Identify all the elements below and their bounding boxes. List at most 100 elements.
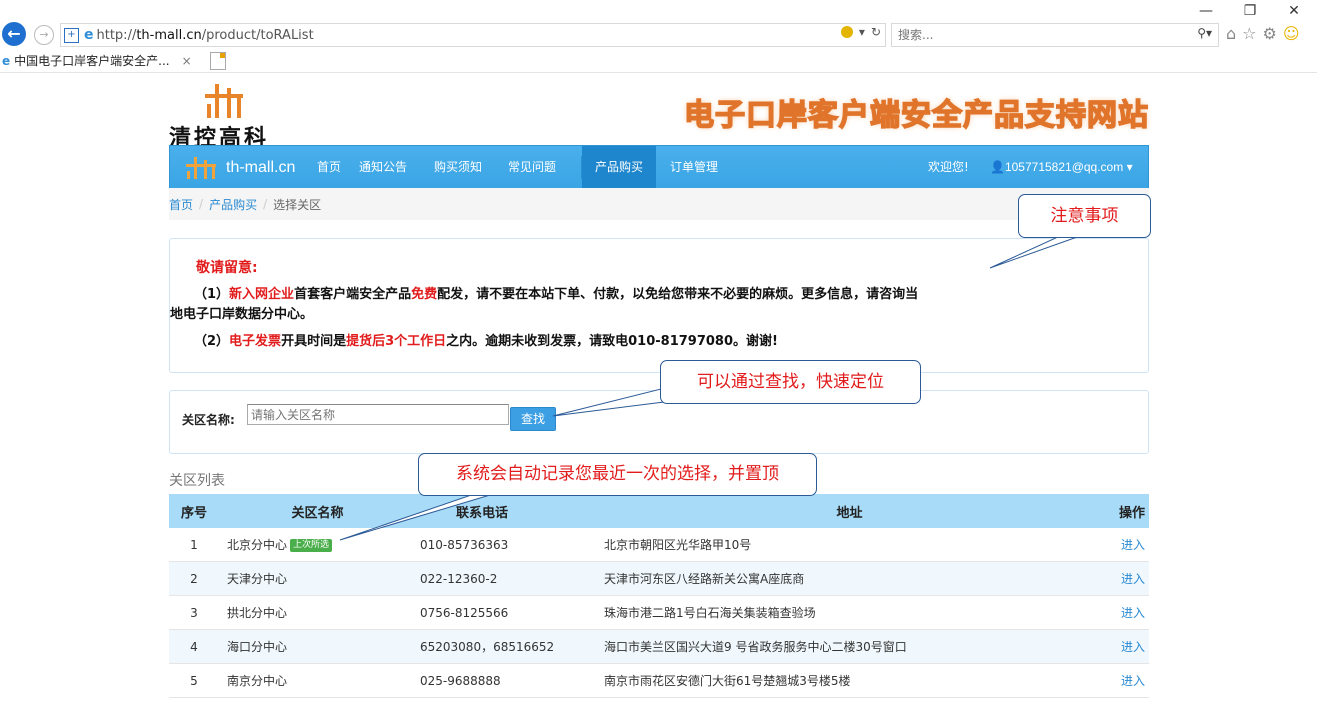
search-panel: 关区名称: 查找: [169, 390, 1149, 454]
col-phone: 联系电话: [416, 494, 603, 528]
tools-gear-icon[interactable]: ⚙: [1263, 24, 1277, 43]
brand-logo-icon: [186, 156, 216, 179]
enter-link[interactable]: 进入: [1121, 538, 1145, 552]
callout-notice: 注意事项: [1018, 194, 1151, 238]
nav-brand[interactable]: th-mall.cn: [184, 146, 295, 189]
row-phone: 022-12360-2: [416, 561, 603, 596]
favorites-star-icon[interactable]: ☆: [1242, 24, 1256, 43]
notice-panel: 敬请留意: （1）新入网企业首套客户端安全产品免费配发，请不要在本站下单、付款，…: [169, 238, 1149, 373]
address-dropdown-icon[interactable]: ▾: [859, 25, 865, 39]
tab-ie-icon: e: [2, 53, 11, 68]
row-name: 拱北分中心: [219, 595, 416, 630]
user-email: 1057715821@qq.com: [1004, 160, 1124, 174]
nav-item-orders[interactable]: 订单管理: [670, 146, 718, 189]
table-row: 1 北京分中心 上次所选 010-85736363 北京市朝阳区光华路甲10号 进…: [169, 528, 1149, 562]
col-name: 关区名称: [219, 494, 416, 528]
notice-line-1-cont: 地电子口岸数据分中心。: [170, 307, 314, 322]
callout-pinned: 系统会自动记录您最近一次的选择，并置顶: [418, 453, 817, 496]
notice-title: 敬请留意:: [196, 260, 258, 276]
col-address: 地址: [603, 494, 1096, 528]
row-no: 2: [169, 561, 219, 596]
breadcrumb-current: 选择关区: [273, 197, 322, 212]
table-row: 4 海口分中心 65203080，68516652 海口市美兰区国兴大道9 号省…: [169, 629, 1149, 664]
row-name: 海口分中心: [219, 629, 416, 664]
address-bar[interactable]: + e http://th-mall.cn/product/toRAList ▾…: [60, 23, 886, 47]
browser-toolbar: ⌂ ☆ ⚙ ☺: [1226, 24, 1300, 43]
search-button[interactable]: 查找: [510, 407, 556, 431]
row-address: 天津市河东区八经路新关公寓A座底商: [603, 561, 1096, 596]
table-header-row: 序号 关区名称 联系电话 地址 操作: [169, 494, 1149, 528]
callout-search: 可以通过查找，快速定位: [660, 360, 921, 404]
row-address: 珠海市港二路1号白石海关集装箱查验场: [603, 595, 1096, 630]
browser-search-box[interactable]: ⚲▾: [891, 23, 1219, 47]
back-arrow-icon[interactable]: ←: [2, 22, 26, 46]
close-window-button[interactable]: ✕: [1281, 0, 1307, 22]
tab-strip: e 中国电子口岸客户端安全产... ×: [0, 50, 1317, 73]
notice-line-2: （2）电子发票开具时间是提货后3个工作日之内。逾期未收到发票，请致电010-81…: [194, 334, 778, 349]
table-row: 5 南京分中心 025-9688888 南京市雨花区安德门大街61号楚翘城3号楼…: [169, 663, 1149, 698]
main-navbar: th-mall.cn 首页 通知公告 购买须知 常见问题 产品购买 订单管理 欢…: [169, 145, 1149, 190]
caret-down-icon: ▾: [1123, 160, 1133, 174]
smiley-feedback-icon[interactable]: ☺: [1283, 24, 1300, 43]
row-phone: 025-9688888: [416, 663, 603, 698]
minimize-button[interactable]: —: [1193, 0, 1219, 22]
list-title: 关区列表: [169, 473, 225, 489]
table-row: 3 拱北分中心 0756-8125566 珠海市港二路1号白石海关集装箱查验场 …: [169, 595, 1149, 630]
row-address: 海口市美兰区国兴大道9 号省政务服务中心二楼30号窗口: [603, 629, 1096, 664]
row-name: 北京分中心 上次所选: [219, 528, 416, 562]
browser-chrome: — ❐ ✕ ← → + e http://th-mall.cn/product/…: [0, 0, 1317, 50]
col-action: 操作: [1096, 494, 1149, 528]
row-no: 4: [169, 629, 219, 664]
enter-link[interactable]: 进入: [1121, 606, 1145, 620]
breadcrumb-home[interactable]: 首页: [169, 196, 193, 213]
browser-tab[interactable]: e 中国电子口岸客户端安全产... ×: [0, 50, 210, 71]
window-controls: — ❐ ✕: [1193, 0, 1307, 22]
enter-link[interactable]: 进入: [1121, 572, 1145, 586]
enter-link[interactable]: 进入: [1121, 674, 1145, 688]
search-magnifier-icon[interactable]: ⚲▾: [1197, 26, 1212, 40]
home-icon[interactable]: ⌂: [1226, 24, 1236, 43]
breadcrumb-separator: /: [263, 197, 268, 211]
nav-item-products[interactable]: 产品购买: [582, 146, 657, 189]
browser-search-input[interactable]: [892, 24, 1170, 46]
new-tab-button[interactable]: [210, 52, 226, 70]
refresh-icon[interactable]: ↻: [871, 25, 881, 39]
customs-name-input[interactable]: [247, 404, 509, 425]
row-phone: 0756-8125566: [416, 595, 603, 630]
site-logo[interactable]: 清控高科: [169, 80, 309, 151]
customs-table: 序号 关区名称 联系电话 地址 操作 1 北京分中心 上次所选 010-85736…: [169, 494, 1149, 698]
row-phone: 65203080，68516652: [416, 629, 603, 664]
row-name: 天津分中心: [219, 561, 416, 596]
row-name: 南京分中心: [219, 663, 416, 698]
user-icon: 👤: [990, 160, 1005, 174]
user-menu[interactable]: 👤1057715821@qq.com ▾: [990, 146, 1133, 189]
brand-text: th-mall.cn: [226, 158, 296, 176]
ie-page-icon: e: [84, 27, 94, 43]
logo-glyph-icon: [205, 84, 243, 118]
breadcrumb-separator: /: [199, 197, 204, 211]
nav-item-purchase-guide[interactable]: 购买须知: [434, 146, 482, 189]
tab-close-icon[interactable]: ×: [182, 54, 192, 68]
nav-item-home[interactable]: 首页: [317, 146, 341, 189]
enter-link[interactable]: 进入: [1121, 640, 1145, 654]
col-no: 序号: [169, 494, 219, 528]
compatibility-view-icon[interactable]: +: [64, 27, 79, 43]
nav-item-faq[interactable]: 常见问题: [508, 146, 556, 189]
row-no: 1: [169, 528, 219, 562]
site-banner: 电子口岸客户端安全产品支持网站: [683, 97, 1149, 134]
restore-button[interactable]: ❐: [1237, 0, 1263, 22]
security-shield-icon[interactable]: [840, 26, 853, 38]
row-address: 南京市雨花区安德门大街61号楚翘城3号楼5楼: [603, 663, 1096, 698]
address-url[interactable]: http://th-mall.cn/product/toRAList: [97, 28, 314, 43]
forward-arrow-icon[interactable]: →: [34, 25, 54, 45]
row-no: 5: [169, 663, 219, 698]
last-selected-badge: 上次所选: [290, 539, 333, 552]
breadcrumb-products[interactable]: 产品购买: [209, 196, 257, 213]
search-label: 关区名称:: [182, 413, 235, 427]
nav-item-notices[interactable]: 通知公告: [359, 146, 407, 189]
row-phone: 010-85736363: [416, 528, 603, 562]
row-address: 北京市朝阳区光华路甲10号: [603, 528, 1096, 562]
breadcrumb: 首页 / 产品购买 / 选择关区: [169, 188, 1149, 220]
tab-title: 中国电子口岸客户端安全产...: [14, 54, 170, 68]
welcome-text: 欢迎您!: [928, 160, 969, 174]
